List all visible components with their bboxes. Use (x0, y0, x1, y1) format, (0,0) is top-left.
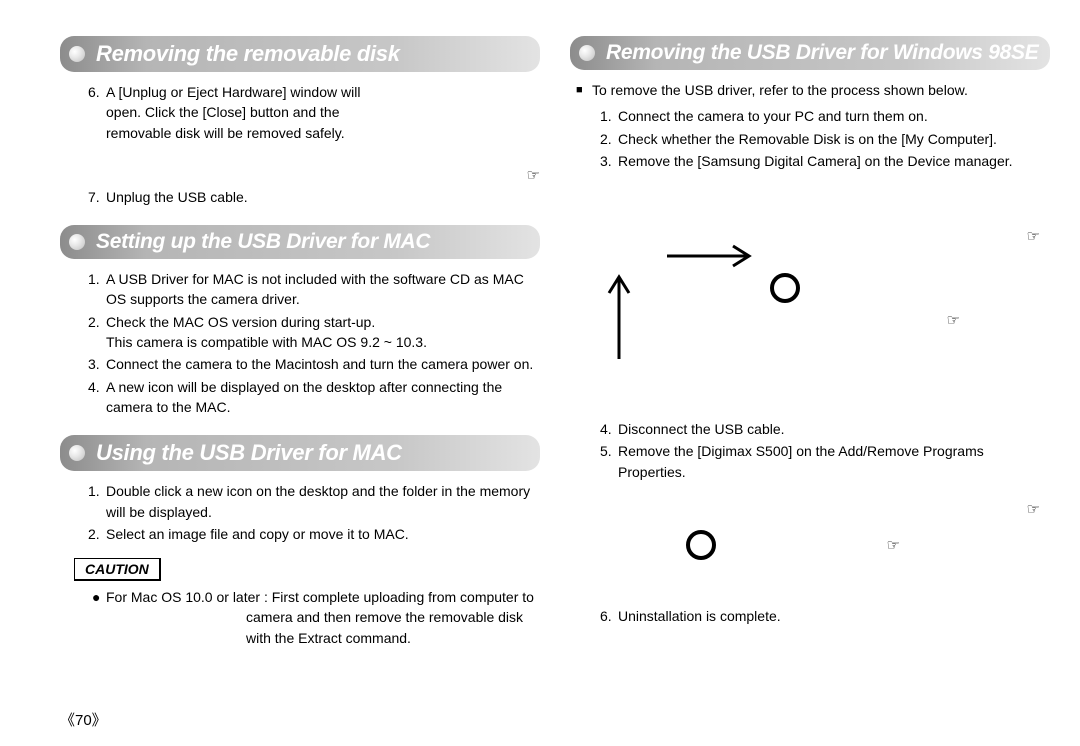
list-item: 3. Remove the [Samsung Digital Camera] o… (600, 151, 1050, 171)
list-item: 1. A USB Driver for MAC is not included … (88, 269, 536, 310)
section-body-remove-98se-end: 6. Uninstallation is complete. (570, 606, 1050, 626)
item-text: Uninstallation is complete. (618, 606, 781, 626)
item-text: Check whether the Removable Disk is on t… (618, 129, 997, 149)
section-body-using-mac: 1. Double click a new icon on the deskto… (60, 481, 540, 544)
list-item: 2. Check the MAC OS version during start… (88, 312, 536, 353)
caution-text: For Mac OS 10.0 or later : First complet… (106, 587, 534, 648)
section-body-removing-disk: 6. A [Unplug or Eject Hardware] window w… (60, 82, 540, 207)
item-number: 3. (600, 151, 618, 171)
list-item: 2. Check whether the Removable Disk is o… (600, 129, 1050, 149)
list-item: 1. Double click a new icon on the deskto… (88, 481, 536, 522)
lead-text: To remove the USB driver, refer to the p… (592, 80, 968, 100)
item-text: Unplug the USB cable. (106, 187, 248, 207)
right-column: Removing the USB Driver for Windows 98SE… (570, 36, 1050, 648)
arrow-right-icon (665, 241, 755, 271)
hand-pointer-icon: ☞ (527, 165, 540, 187)
item-text: Connect the camera to your PC and turn t… (618, 106, 928, 126)
hand-pointer-icon: ☞ (887, 536, 900, 554)
item-text: Select an image file and copy or move it… (106, 524, 409, 544)
list-item: 6. Uninstallation is complete. (600, 606, 1050, 626)
item-number: 1. (600, 106, 618, 126)
section-body-remove-98se: 1. Connect the camera to your PC and tur… (570, 106, 1050, 171)
manual-page: Removing the removable disk 6. A [Unplug… (0, 0, 1080, 668)
list-item: 4. A new icon will be displayed on the d… (88, 377, 536, 418)
item-text: Disconnect the USB cable. (618, 419, 785, 439)
caution-body: ● For Mac OS 10.0 or later : First compl… (74, 587, 538, 648)
hand-pointer-icon: ☞ (1027, 227, 1040, 245)
section-body-remove-98se-cont: 4. Disconnect the USB cable. 5. Remove t… (570, 419, 1050, 482)
item-number: 7. (88, 187, 106, 207)
section-header-remove-98se: Removing the USB Driver for Windows 98SE (570, 36, 1050, 70)
item-number: 1. (88, 481, 106, 522)
diagram-add-remove: ☞ ☞ (600, 490, 1050, 600)
caution-label: CAUTION (74, 558, 161, 581)
item-text: A [Unplug or Eject Hardware] window will… (106, 82, 368, 143)
square-bullet-icon: ■ (576, 80, 592, 100)
item-text: A USB Driver for MAC is not included wit… (106, 269, 536, 310)
item-number: 6. (88, 82, 106, 143)
section-header-using-mac: Using the USB Driver for MAC (60, 435, 540, 471)
item-text: Remove the [Samsung Digital Camera] on t… (618, 151, 1013, 171)
list-item: 2. Select an image file and copy or move… (88, 524, 536, 544)
diagram-remove-driver: ☞ ☞ (600, 181, 1050, 411)
section-title: Removing the removable disk (96, 41, 400, 66)
header-dot-icon (69, 445, 85, 461)
item-number: 2. (88, 524, 106, 544)
hand-pointer-icon: ☞ (947, 311, 960, 329)
list-item: 1. Connect the camera to your PC and tur… (600, 106, 1050, 126)
section-title: Removing the USB Driver for Windows 98SE (606, 41, 1038, 64)
item-text: Remove the [Digimax S500] on the Add/Rem… (618, 441, 1050, 482)
caution-box: CAUTION ● For Mac OS 10.0 or later : Fir… (74, 558, 538, 648)
item-text: A new icon will be displayed on the desk… (106, 377, 536, 418)
header-dot-icon (579, 45, 595, 61)
left-column: Removing the removable disk 6. A [Unplug… (60, 36, 540, 648)
page-number: 《70》 (60, 709, 107, 730)
item-text: Double click a new icon on the desktop a… (106, 481, 536, 522)
item-text: Check the MAC OS version during start-up… (106, 312, 427, 353)
item-number: 5. (600, 441, 618, 482)
arrow-up-icon (604, 271, 634, 361)
item-number: 4. (88, 377, 106, 418)
list-item: 5. Remove the [Digimax S500] on the Add/… (600, 441, 1050, 482)
section-body-setup-mac: 1. A USB Driver for MAC is not included … (60, 269, 540, 417)
list-item: 4. Disconnect the USB cable. (600, 419, 1050, 439)
item-number: 3. (88, 354, 106, 374)
section-title: Using the USB Driver for MAC (96, 440, 402, 465)
list-item: 3. Connect the camera to the Macintosh a… (88, 354, 536, 374)
section-header-removing-disk: Removing the removable disk (60, 36, 540, 72)
circle-marker-icon (686, 530, 716, 560)
lead-line: ■ To remove the USB driver, refer to the… (570, 80, 1050, 100)
circle-marker-icon (770, 273, 800, 303)
item-number: 4. (600, 419, 618, 439)
header-dot-icon (69, 234, 85, 250)
list-item: 7. Unplug the USB cable. (88, 187, 536, 207)
section-title: Setting up the USB Driver for MAC (96, 230, 430, 253)
bullet-icon: ● (92, 587, 106, 648)
item-number: 2. (600, 129, 618, 149)
header-dot-icon (69, 46, 85, 62)
item-text: Connect the camera to the Macintosh and … (106, 354, 533, 374)
section-header-setup-mac: Setting up the USB Driver for MAC (60, 225, 540, 259)
item-number: 2. (88, 312, 106, 353)
list-item: 6. A [Unplug or Eject Hardware] window w… (88, 82, 368, 143)
item-number: 6. (600, 606, 618, 626)
item-number: 1. (88, 269, 106, 310)
hand-pointer-icon: ☞ (1027, 500, 1040, 518)
